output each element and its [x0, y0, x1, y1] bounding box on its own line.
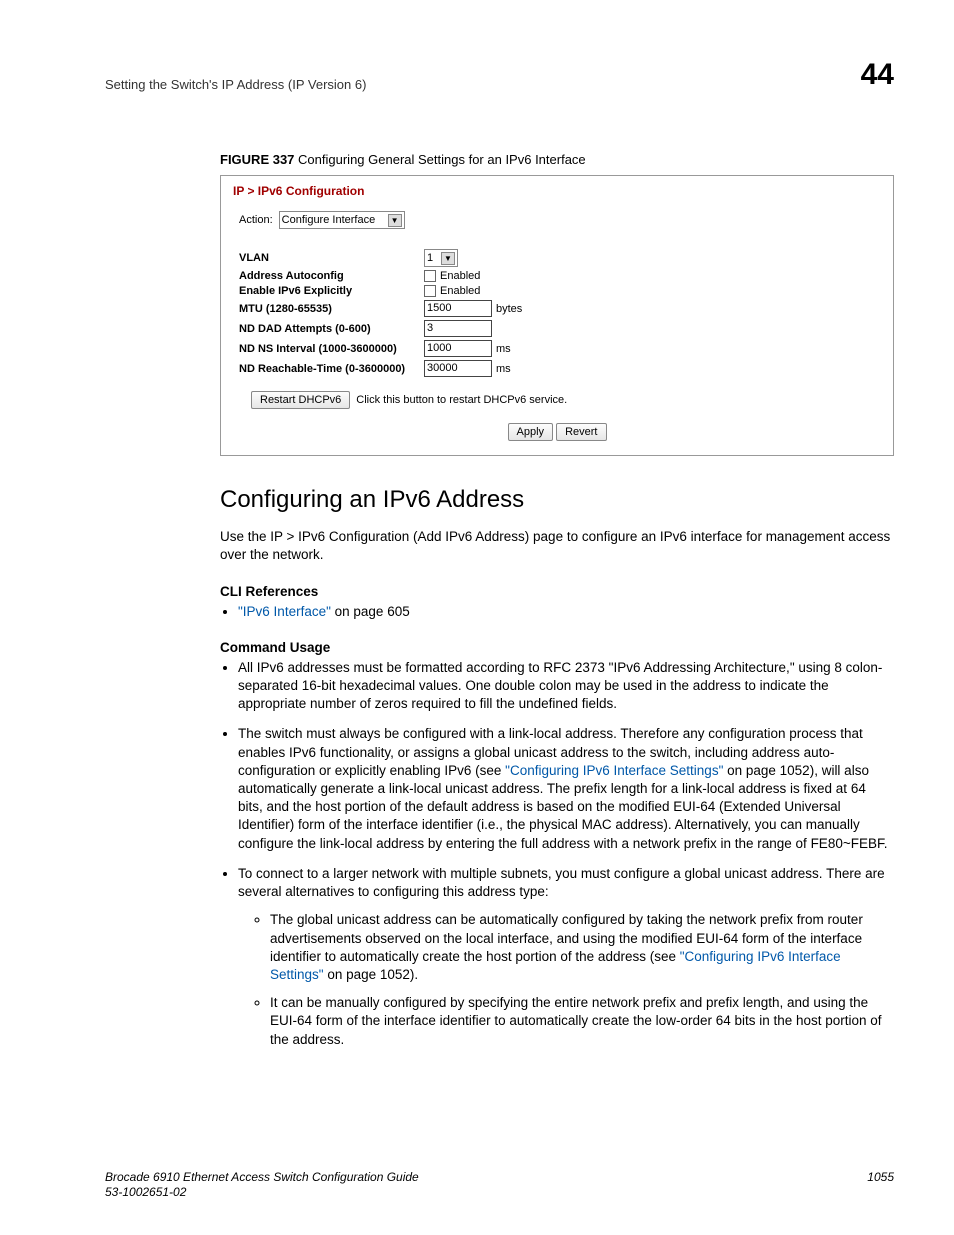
running-header: Setting the Switch's IP Address (IP Vers…: [105, 77, 366, 92]
list-item: All IPv6 addresses must be formatted acc…: [238, 659, 894, 714]
command-usage-heading: Command Usage: [220, 640, 894, 655]
scr-breadcrumb: IP > IPv6 Configuration: [221, 176, 893, 204]
mtu-label: MTU (1280-65535): [239, 303, 424, 315]
apply-button[interactable]: Apply: [508, 423, 554, 441]
ipv6-interface-link[interactable]: "IPv6 Interface": [238, 604, 331, 619]
chevron-down-icon: ▼: [388, 214, 402, 227]
reach-suffix: ms: [496, 363, 511, 375]
intro-paragraph: Use the IP > IPv6 Configuration (Add IPv…: [220, 528, 894, 564]
explicit-suffix: Enabled: [440, 285, 480, 297]
ns-input[interactable]: 1000: [424, 340, 492, 357]
revert-button[interactable]: Revert: [556, 423, 606, 441]
figure-title: Configuring General Settings for an IPv6…: [298, 152, 586, 167]
restart-dhcpv6-button[interactable]: Restart DHCPv6: [251, 391, 350, 409]
action-value: Configure Interface: [282, 214, 376, 226]
autoconf-checkbox[interactable]: [424, 270, 436, 282]
reach-label: ND Reachable-Time (0-3600000): [239, 363, 424, 375]
vlan-label: VLAN: [239, 252, 424, 264]
explicit-label: Enable IPv6 Explicitly: [239, 285, 424, 297]
explicit-checkbox[interactable]: [424, 285, 436, 297]
ns-label: ND NS Interval (1000-3600000): [239, 343, 424, 355]
restart-hint: Click this button to restart DHCPv6 serv…: [356, 394, 567, 406]
section-heading: Configuring an IPv6 Address: [220, 486, 894, 514]
config-ipv6-link[interactable]: "Configuring IPv6 Interface Settings": [505, 763, 723, 778]
action-select[interactable]: Configure Interface ▼: [279, 211, 405, 229]
vlan-value: 1: [427, 252, 433, 264]
text-run: To connect to a larger network with mult…: [238, 866, 885, 899]
autoconf-suffix: Enabled: [440, 270, 480, 282]
vlan-select[interactable]: 1 ▼: [424, 249, 458, 267]
config-screenshot: IP > IPv6 Configuration Action: Configur…: [220, 175, 894, 456]
list-item: The global unicast address can be automa…: [270, 911, 894, 984]
text-run: on page 1052).: [324, 967, 419, 982]
reach-input[interactable]: 30000: [424, 360, 492, 377]
cli-references-heading: CLI References: [220, 584, 894, 599]
chevron-down-icon: ▼: [441, 252, 455, 265]
action-label: Action:: [239, 214, 273, 226]
dad-label: ND DAD Attempts (0-600): [239, 323, 424, 335]
footer-docnum: 53-1002651-02: [105, 1185, 186, 1199]
dad-input[interactable]: 3: [424, 320, 492, 337]
cli-page-ref: on page 605: [331, 604, 410, 619]
list-item: It can be manually configured by specify…: [270, 994, 894, 1049]
ns-suffix: ms: [496, 343, 511, 355]
chapter-number: 44: [861, 58, 894, 92]
footer-page-number: 1055: [867, 1170, 894, 1199]
list-item: The switch must always be configured wit…: [238, 725, 894, 853]
figure-caption: FIGURE 337 Configuring General Settings …: [220, 152, 894, 167]
figure-label: FIGURE 337: [220, 152, 294, 167]
footer-left: Brocade 6910 Ethernet Access Switch Conf…: [105, 1170, 419, 1199]
mtu-suffix: bytes: [496, 303, 522, 315]
autoconf-label: Address Autoconfig: [239, 270, 424, 282]
mtu-input[interactable]: 1500: [424, 300, 492, 317]
list-item: "IPv6 Interface" on page 605: [238, 603, 894, 621]
list-item: To connect to a larger network with mult…: [238, 865, 894, 1049]
footer-book: Brocade 6910 Ethernet Access Switch Conf…: [105, 1170, 419, 1184]
